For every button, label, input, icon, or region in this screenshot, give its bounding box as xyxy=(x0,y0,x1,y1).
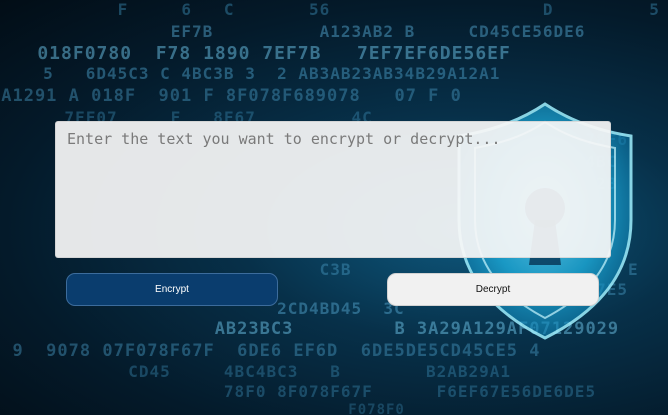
decrypt-button[interactable]: Decrypt xyxy=(387,273,599,306)
text-input-area[interactable] xyxy=(55,121,611,258)
encrypt-button[interactable]: Encrypt xyxy=(66,273,278,306)
